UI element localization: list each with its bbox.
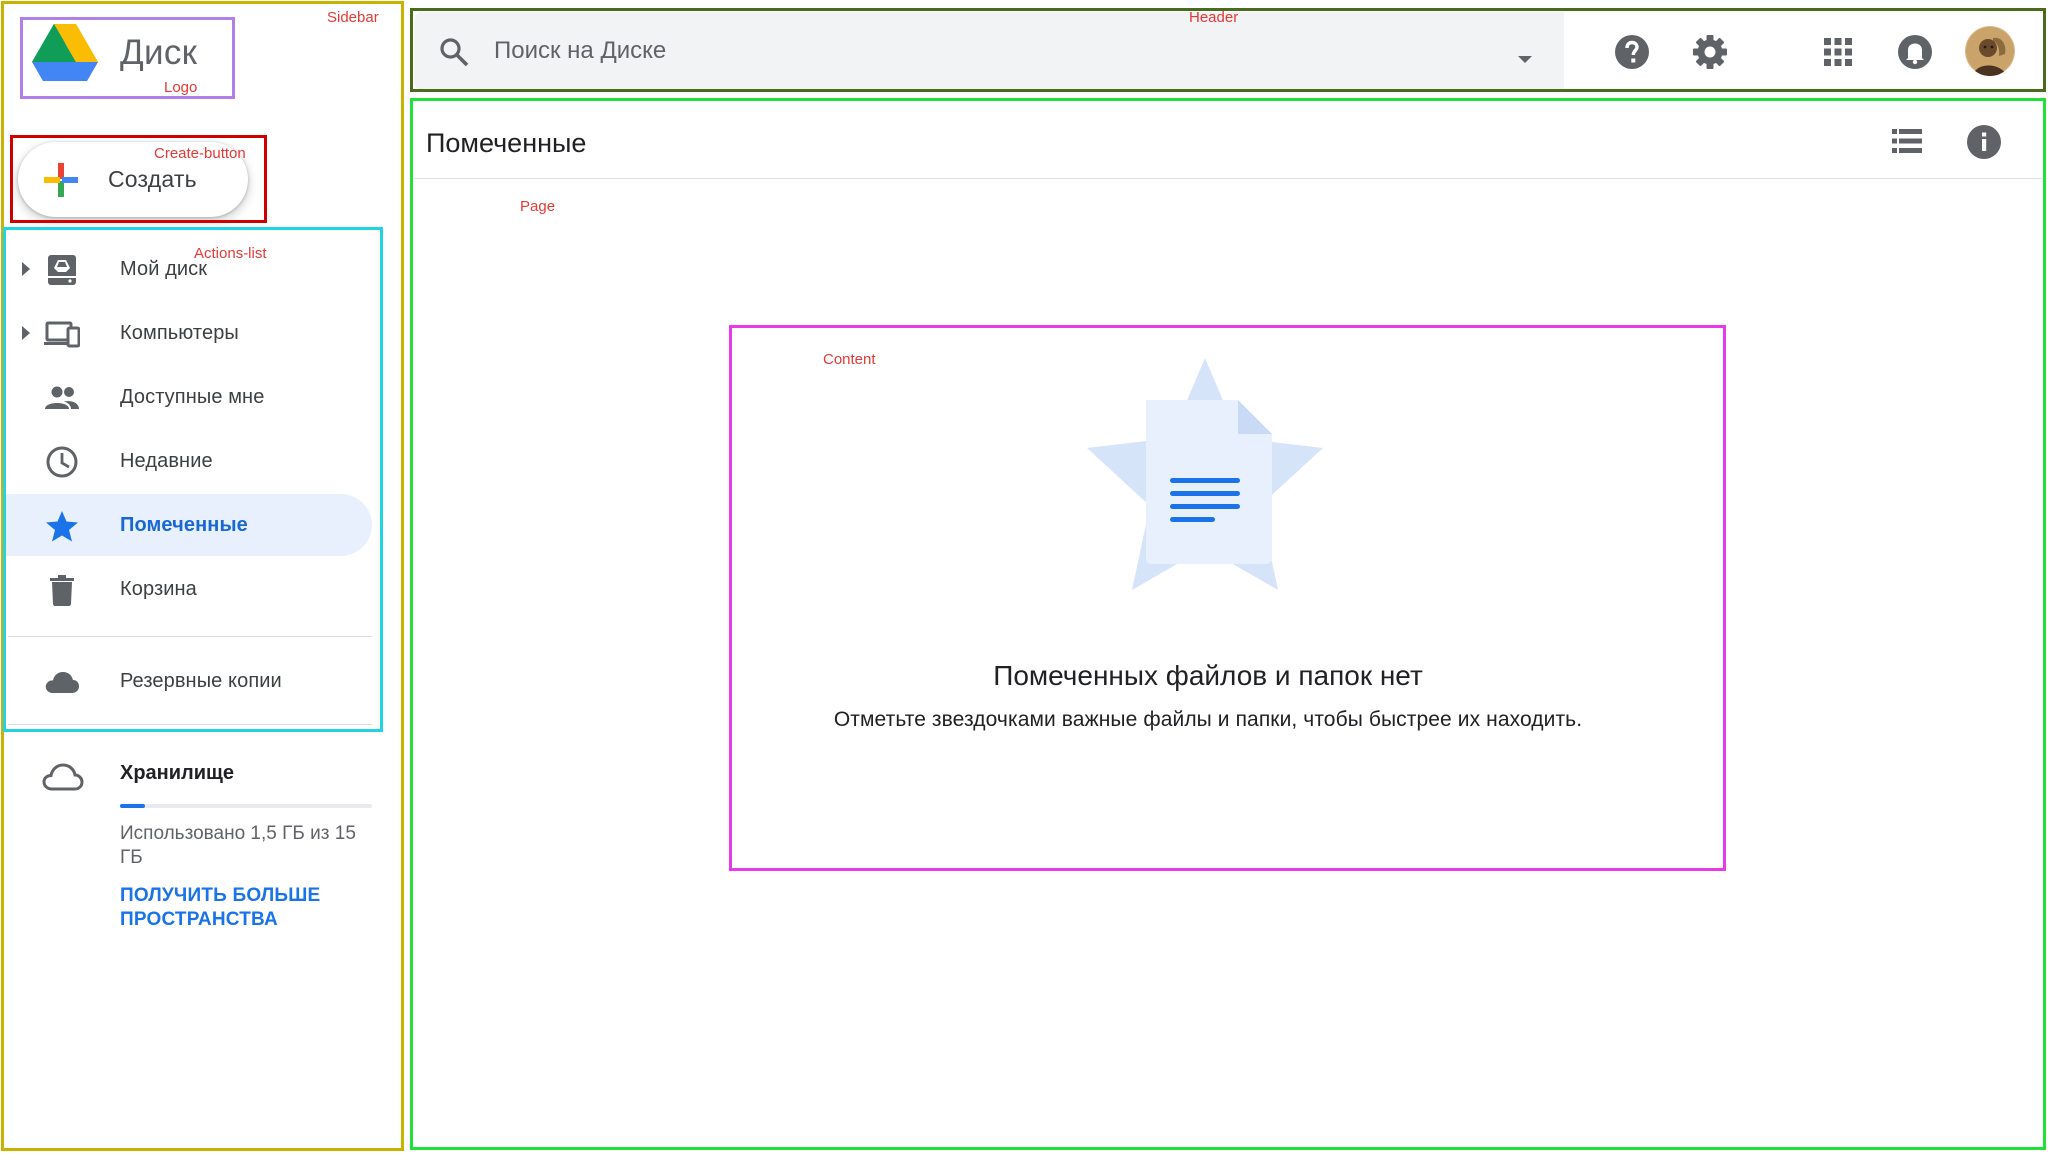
sidebar-item-starred[interactable]: Помеченные	[4, 494, 372, 556]
sidebar-item-trash[interactable]: Корзина	[4, 558, 372, 620]
annotation-label-page: Page	[520, 198, 556, 215]
storage-title: Хранилище	[120, 762, 235, 784]
get-more-storage-link[interactable]: ПОЛУЧИТЬ БОЛЬШЕ ПРОСТРАНСТВА	[120, 884, 370, 932]
trash-icon	[50, 575, 74, 606]
my-drive-icon	[48, 255, 76, 285]
page-title: Помеченные	[426, 128, 587, 158]
search-options-chevron-down-icon[interactable]	[1518, 56, 1532, 63]
empty-state-subtitle: Отметьте звездочками важные файлы и папк…	[833, 708, 1583, 731]
settings-gear-icon[interactable]	[1692, 34, 1728, 70]
app-name: Диск	[120, 33, 198, 72]
sidebar-item-shared-with-me[interactable]: Доступные мне	[4, 366, 372, 428]
sidebar-item-label: Недавние	[120, 450, 213, 472]
plus-icon	[44, 162, 78, 197]
storage-used-text: Использовано 1,5 ГБ из 15 ГБ	[120, 823, 356, 868]
sidebar-item-backups[interactable]: Резервные копии	[4, 650, 372, 712]
annotation-label-actions-list: Actions-list	[194, 245, 267, 262]
empty-state-title: Помеченных файлов и папок нет	[993, 660, 1423, 691]
storage-progress-bar	[120, 804, 372, 808]
sidebar-item-label: Корзина	[120, 578, 197, 600]
annotation-label-create-button: Create-button	[154, 145, 246, 162]
expand-arrow-icon[interactable]	[22, 262, 30, 276]
computers-icon	[44, 321, 80, 348]
notifications-bell-icon[interactable]	[1897, 34, 1933, 70]
apps-grid-icon[interactable]	[1820, 34, 1856, 70]
starred-empty-illustration	[1087, 358, 1323, 590]
empty-state: Помеченных файлов и папок нет Отметьте з…	[730, 326, 1726, 870]
expand-arrow-icon[interactable]	[22, 326, 30, 340]
avatar-image	[1965, 26, 2015, 76]
info-icon[interactable]	[1966, 124, 2002, 160]
sidebar-item-label: Резервные копии	[120, 670, 282, 692]
annotation-label-sidebar: Sidebar	[327, 9, 379, 26]
sidebar-item-my-drive[interactable]: Мой диск	[4, 238, 372, 300]
sidebar-item-computers[interactable]: Компьютеры	[4, 302, 372, 364]
drive-logo-icon	[32, 24, 98, 81]
sidebar-item-label: Доступные мне	[120, 386, 265, 408]
sidebar: Диск Создать Мой диск Компьютеры Доступн…	[0, 0, 403, 1156]
page-header-divider	[414, 178, 2042, 179]
annotation-label-logo: Logo	[164, 79, 198, 96]
star-icon	[46, 511, 78, 542]
help-icon[interactable]	[1614, 34, 1650, 70]
cloud-icon	[45, 672, 79, 693]
search-icon[interactable]	[438, 36, 470, 68]
annotation-label-content: Content	[823, 351, 876, 368]
cloud-outline-icon	[42, 763, 84, 791]
create-button-label: Создать	[108, 166, 197, 192]
list-view-icon[interactable]	[1890, 124, 1924, 158]
drive-logo[interactable]: Диск	[32, 24, 197, 82]
sidebar-item-label: Помеченные	[120, 514, 248, 536]
annotation-label-header: Header	[1189, 9, 1239, 26]
sidebar-item-recent[interactable]: Недавние	[4, 430, 372, 492]
search-box[interactable]	[414, 12, 1564, 90]
sidebar-divider	[8, 636, 372, 637]
sidebar-divider	[8, 724, 372, 725]
clock-icon	[46, 446, 78, 478]
storage-progress-fill	[120, 804, 146, 808]
sidebar-item-label: Компьютеры	[120, 322, 239, 344]
search-input[interactable]	[494, 30, 1394, 72]
user-avatar[interactable]	[1965, 26, 2015, 76]
shared-people-icon	[45, 386, 79, 409]
